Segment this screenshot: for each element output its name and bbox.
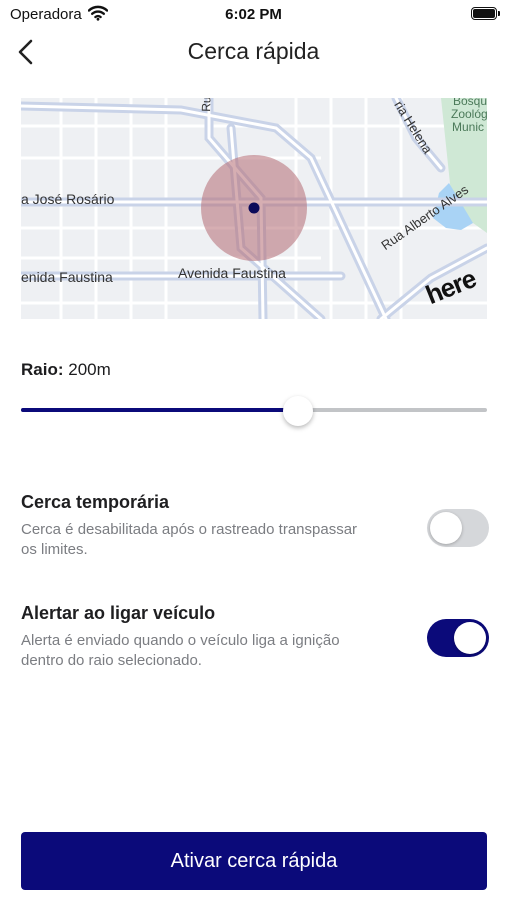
temporary-fence-description: Cerca é desabilitada após o rastreado tr… bbox=[21, 521, 358, 558]
ignition-alert-description: Alerta é enviado quando o veículo liga a… bbox=[21, 632, 340, 669]
toggle-knob bbox=[454, 622, 486, 654]
radius-row: Raio: 200m bbox=[21, 360, 111, 380]
temporary-fence-toggle[interactable] bbox=[427, 509, 489, 547]
radius-label: Raio: bbox=[21, 360, 64, 379]
map-street-label: a José Rosário bbox=[21, 191, 115, 207]
map-street-label: Rua bbox=[199, 98, 214, 112]
page-title: Cerca rápida bbox=[187, 38, 320, 64]
radius-value: 200m bbox=[68, 360, 111, 379]
temporary-fence-title: Cerca temporária bbox=[21, 492, 170, 512]
status-time: 6:02 PM bbox=[225, 6, 282, 23]
toggle-knob bbox=[430, 512, 462, 544]
ignition-alert-title: Alertar ao ligar veículo bbox=[21, 603, 216, 623]
map-street-label: enida Faustina bbox=[21, 269, 113, 285]
activate-quick-fence-button[interactable]: Ativar cerca rápida bbox=[21, 832, 487, 890]
map-poi-label: Zoológ bbox=[451, 107, 487, 121]
fence-map[interactable]: a José Rosário enida Faustina Avenida Fa… bbox=[21, 98, 487, 319]
map-poi-label: Munic bbox=[452, 120, 485, 134]
map-street-label: Avenida Faustina bbox=[178, 265, 286, 281]
radius-slider[interactable] bbox=[21, 396, 487, 426]
status-bar: Operadora 6:02 PM bbox=[0, 0, 507, 30]
vehicle-location-dot bbox=[248, 202, 260, 214]
battery-icon bbox=[471, 7, 500, 20]
ignition-alert-toggle[interactable] bbox=[427, 619, 489, 657]
slider-thumb[interactable] bbox=[283, 396, 314, 426]
slider-fill bbox=[21, 408, 299, 412]
